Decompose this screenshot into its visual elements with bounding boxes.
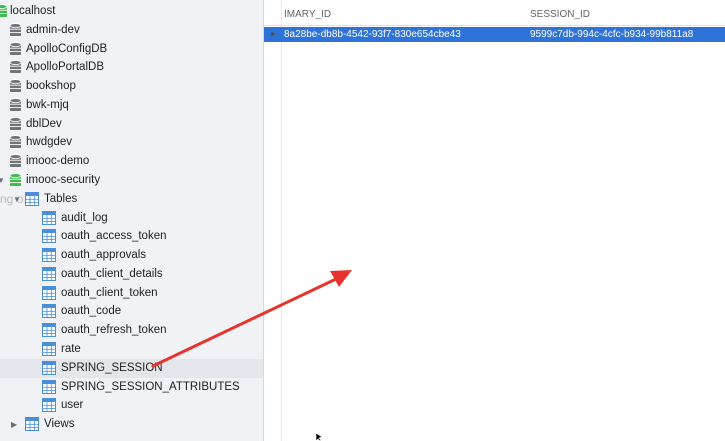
row-pointer-icon: ►	[270, 31, 277, 38]
collapse-triangle-icon[interactable]: ▶	[11, 415, 17, 434]
expand-triangle-icon[interactable]: ▼	[13, 190, 21, 209]
table-icon	[42, 360, 56, 375]
tree-table-item[interactable]: SPRING_SESSION_ATTRIBUTES	[0, 378, 263, 397]
tree-table-item[interactable]: user	[0, 396, 263, 415]
database-label: imooc-demo	[26, 155, 90, 168]
database-icon	[9, 154, 22, 168]
table-icon	[42, 379, 56, 394]
table-icon	[42, 210, 56, 225]
tree-table-item[interactable]: oauth_client_token	[0, 284, 263, 303]
table-label: SPRING_SESSION	[61, 361, 163, 374]
database-label: ApolloPortalDB	[26, 61, 104, 74]
tree-database-item[interactable]: ApolloPortalDB	[0, 58, 263, 77]
row-gutter: ►	[264, 27, 725, 42]
connection-label: localhost	[10, 5, 56, 17]
tree-table-item[interactable]: SPRING_SESSION	[0, 358, 263, 378]
tree-database-item[interactable]: imooc-demo	[0, 152, 263, 171]
database-icon	[9, 98, 22, 111]
table-label: rate	[61, 343, 81, 356]
tree-database-item[interactable]: hwdgdev	[0, 133, 263, 152]
table-icon	[42, 398, 56, 413]
tree-database-item[interactable]: admin-dev	[0, 21, 263, 40]
tree-table-item[interactable]: oauth_access_token	[0, 227, 263, 246]
database-icon	[9, 22, 22, 36]
table-label: audit_log	[61, 211, 108, 224]
table-icon	[42, 229, 56, 244]
tree-database-item[interactable]: ApolloConfigDB	[0, 40, 263, 59]
tree-database-item[interactable]: bookshop	[0, 77, 263, 96]
tree-table-item[interactable]: oauth_code	[0, 302, 263, 321]
database-icon	[9, 116, 22, 130]
table-icon	[42, 304, 56, 319]
database-label: ApolloConfigDB	[26, 42, 108, 55]
tree-group-views[interactable]: ▶ Views	[0, 415, 263, 434]
column-header-primary-id[interactable]: IMARY_ID	[284, 5, 331, 25]
table-icon	[42, 266, 56, 281]
table-label: oauth_refresh_token	[61, 324, 167, 337]
table-label: oauth_access_token	[61, 230, 167, 243]
tree-database-item[interactable]: dblDev	[0, 115, 263, 134]
views-group-label: Views	[44, 418, 75, 431]
tree-database-item[interactable]: ▼ imooc-security	[0, 171, 263, 190]
tables-group-label: Tables	[44, 192, 78, 205]
database-label: imooc-security	[26, 174, 101, 187]
tree-connection-localhost[interactable]: localhost	[0, 2, 263, 21]
row-gutter-line	[281, 0, 282, 441]
database-icon	[9, 173, 22, 187]
database-label: bookshop	[26, 80, 76, 93]
table-label: oauth_client_token	[61, 286, 158, 299]
table-label: oauth_code	[61, 305, 122, 318]
database-icon	[9, 60, 22, 74]
database-icon	[9, 79, 22, 93]
database-label: dblDev	[26, 117, 62, 130]
navigator-sidebar: localhost admin-dev ApolloConfigDB ApolloPo…	[0, 0, 263, 441]
database-icon	[9, 41, 22, 55]
database-icon	[9, 135, 22, 149]
table-icon	[42, 285, 56, 300]
results-grid: IMARY_ID SESSION_ID 8a28be-db8b-4542-93f…	[264, 0, 725, 441]
table-label: user	[61, 399, 84, 412]
expand-triangle-icon[interactable]: ▼	[0, 171, 5, 190]
table-icon	[42, 248, 56, 263]
tree-database-item[interactable]: bwk-mjq	[0, 96, 263, 115]
database-label: hwdgdev	[26, 136, 73, 149]
tree-table-item[interactable]: oauth_client_details	[0, 265, 263, 284]
column-header-row: IMARY_ID SESSION_ID	[264, 5, 725, 25]
database-label: bwk-mjq	[26, 98, 69, 111]
header-divider	[264, 25, 725, 26]
database-label: admin-dev	[26, 23, 80, 36]
table-icon	[42, 323, 56, 338]
table-icon	[25, 191, 39, 206]
connection-icon	[0, 4, 8, 17]
tree-group-tables[interactable]: ng o ▼ Tables	[0, 190, 263, 209]
table-label: SPRING_SESSION_ATTRIBUTES	[61, 380, 240, 393]
column-header-session-id[interactable]: SESSION_ID	[530, 5, 590, 25]
tree-table-item[interactable]: oauth_approvals	[0, 246, 263, 265]
tree-table-item[interactable]: audit_log	[0, 209, 263, 228]
table-icon	[42, 342, 56, 357]
table-label: oauth_client_details	[61, 267, 163, 280]
tree-table-item[interactable]: rate	[0, 340, 263, 359]
table-icon	[25, 417, 39, 432]
table-label: oauth_approvals	[61, 249, 147, 262]
tree-table-item[interactable]: oauth_refresh_token	[0, 321, 263, 340]
